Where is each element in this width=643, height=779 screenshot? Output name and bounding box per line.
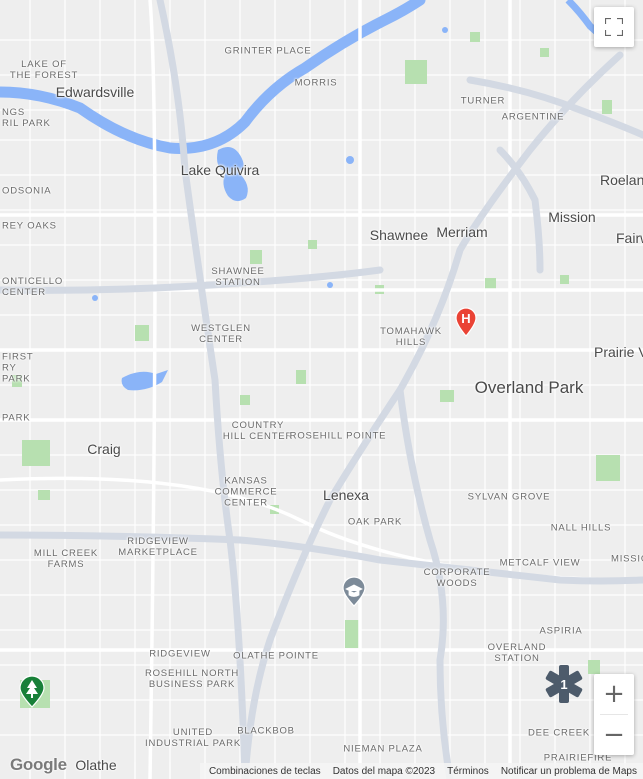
label-mission-right: MISSIO [611, 553, 643, 565]
label-sylvan-grove: SYLVAN GROVE [467, 491, 551, 503]
label-prairie-village: Prairie V [594, 344, 643, 360]
label-overland-station: OVERLAND STATION [487, 642, 547, 664]
keyboard-shortcuts-link[interactable]: Combinaciones de teclas [209, 766, 321, 777]
zoom-in-button[interactable]: + [594, 674, 634, 714]
label-rey-oaks: REY OAKS [2, 220, 57, 232]
label-mission: Mission [548, 209, 596, 225]
label-grinter-place: GRINTER PLACE [224, 45, 312, 57]
label-ridgeview-marketplace: RIDGEVIEW MARKETPLACE [118, 536, 198, 558]
label-nieman-plaza: NIEMAN PLAZA [343, 743, 423, 755]
zoom-controls: + − [594, 674, 634, 755]
label-turner: TURNER [460, 95, 506, 107]
label-aspiria: ASPIRIA [539, 625, 583, 637]
map-footer: Combinaciones de teclas Datos del mapa ©… [200, 763, 643, 779]
label-edwardsville: Edwardsville [55, 84, 135, 100]
label-blackbob: BLACKBOB [237, 725, 295, 737]
fullscreen-icon [605, 18, 623, 36]
label-oak-park: OAK PARK [347, 516, 403, 528]
label-monticello-center: ONTICELLO CENTER [2, 276, 64, 298]
zoom-in-icon: + [603, 679, 625, 709]
label-lake-quivira: Lake Quivira [180, 162, 260, 178]
label-overland-park: Overland Park [474, 378, 584, 397]
hospital-marker-label: H [461, 311, 470, 326]
label-kansas-commerce-center: KANSAS COMMERCE CENTER [214, 475, 278, 509]
google-logo[interactable]: Google [10, 755, 67, 775]
label-united-industrial-park: UNITED INDUSTRIAL PARK [145, 727, 241, 749]
label-ridgeview: RIDGEVIEW [149, 648, 211, 660]
label-corporate-woods: CORPORATE WOODS [423, 567, 491, 589]
map-data-attribution: Datos del mapa ©2023 [332, 765, 436, 777]
label-shawnee-station: SHAWNEE STATION [211, 266, 265, 288]
zoom-out-icon: − [603, 720, 625, 750]
label-park: PARK [2, 412, 31, 424]
label-mill-creek-farms: MILL CREEK FARMS [33, 548, 99, 570]
terms-link[interactable]: Términos [447, 766, 489, 777]
label-nall-hills: NALL HILLS [550, 522, 612, 534]
label-westglen-center: WESTGLEN CENTER [191, 323, 251, 345]
label-olathe: Olathe [75, 757, 117, 773]
medical-cluster-count: 1 [560, 677, 567, 692]
label-lenexa: Lenexa [323, 487, 369, 503]
label-first-park: FIRST RY PARK [2, 351, 34, 385]
label-rosehill-north-business-park: ROSEHILL NORTH BUSINESS PARK [144, 668, 240, 690]
label-roeland: Roelan [600, 172, 643, 188]
label-morris: MORRIS [294, 77, 338, 89]
label-country-hill-center: COUNTRY HILL CENTER [222, 420, 294, 442]
label-metcalf-view: METCALF VIEW [499, 557, 581, 569]
label-lake-of-the-forest: LAKE OF THE FOREST [9, 59, 79, 81]
label-shawnee: Shawnee [369, 227, 429, 243]
fullscreen-button[interactable] [594, 7, 634, 47]
label-tomahawk-hills: TOMAHAWK HILLS [380, 326, 442, 348]
label-craig: Craig [87, 441, 121, 457]
label-merriam: Merriam [436, 224, 488, 240]
label-fairway: Fairw [616, 230, 643, 246]
label-rosehill-pointe: ROSEHILL POINTE [289, 430, 387, 442]
report-problem-link[interactable]: Notificar un problema de Maps [501, 766, 637, 777]
label-things-rail-park: NGS RIL PARK [2, 107, 51, 129]
label-odsonia: ODSONIA [2, 185, 52, 197]
label-argentine: ARGENTINE [501, 111, 565, 123]
label-dee-creek: DEE CREEK [527, 727, 591, 739]
zoom-out-button[interactable]: − [594, 715, 634, 755]
label-olathe-pointe: OLATHE POINTE [233, 650, 319, 662]
